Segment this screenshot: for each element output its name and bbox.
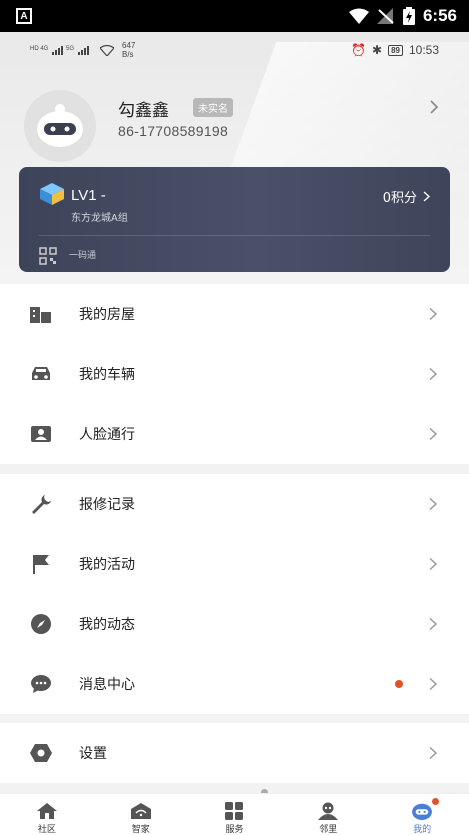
robot-avatar-icon: [37, 104, 83, 147]
compass-icon: [29, 612, 53, 636]
network-speed: 647 B/s: [122, 41, 135, 59]
verification-badge: 未实名: [193, 98, 233, 117]
inner-wifi-icon: [100, 44, 114, 56]
menu-group-settings: 设置: [0, 723, 469, 783]
flag-icon: [29, 552, 53, 576]
tab-label: 邻里: [319, 825, 338, 835]
user-name: 勾鑫鑫: [118, 101, 169, 121]
tab-label: 社区: [37, 825, 56, 835]
chevron-right-icon: [429, 427, 437, 441]
menu-item-repair-records[interactable]: 报修记录: [0, 474, 469, 534]
chevron-right-icon: [429, 746, 437, 760]
menu-item-message-center[interactable]: 消息中心: [0, 654, 469, 714]
chevron-right-icon: [429, 677, 437, 691]
tab-label: 我的: [413, 825, 432, 835]
menu-item-my-house[interactable]: 我的房屋: [0, 284, 469, 344]
avatar[interactable]: [24, 90, 96, 162]
menu-item-label: 报修记录: [79, 497, 135, 513]
menu-group-property: 我的房屋 我的车辆 人脸通行: [0, 284, 469, 464]
menu-item-label: 设置: [79, 746, 107, 762]
points-link[interactable]: 0积分: [383, 187, 430, 206]
tab-neighbors[interactable]: 邻里: [281, 794, 375, 835]
tab-smart-home[interactable]: 智家: [94, 794, 188, 835]
wrench-icon: [29, 492, 53, 516]
menu-item-my-posts[interactable]: 我的动态: [0, 594, 469, 654]
app-notification-icon: A: [16, 8, 32, 24]
chevron-right-icon: [429, 307, 437, 321]
points-value: 0积分: [382, 191, 417, 206]
system-status-bar: A 6:56: [0, 0, 469, 32]
qr-code-label[interactable]: 一码通: [69, 248, 96, 261]
chevron-right-icon: [423, 191, 430, 202]
network-speed-unit: B/s: [122, 50, 134, 59]
signal-off-icon: [376, 8, 394, 24]
level-cube-icon: [40, 183, 64, 205]
menu-item-label: 我的活动: [79, 557, 135, 573]
inner-status-bar: HD 4G 5G 647 B/s ⏰ ✱ 89 10:53: [0, 38, 469, 62]
chat-icon: [29, 672, 53, 696]
member-group: 东方龙城A组: [71, 213, 128, 224]
member-level: LV1 -: [71, 187, 106, 204]
qr-code-icon[interactable]: [39, 247, 57, 265]
tab-notification-dot: [432, 798, 440, 805]
bluetooth-icon: ✱: [372, 43, 383, 57]
network-speed-value: 647: [122, 41, 136, 50]
menu-item-label: 消息中心: [79, 677, 135, 693]
menu-group-activity: 报修记录 我的活动 我的动态 消息中心: [0, 474, 469, 714]
chevron-right-icon: [429, 367, 437, 381]
tab-label: 服务: [225, 825, 244, 835]
menu-item-label: 我的车辆: [79, 367, 135, 383]
alarm-icon: ⏰: [351, 43, 366, 57]
chevron-right-icon: [429, 617, 437, 631]
svg-text:HD 4G: HD 4G: [30, 46, 49, 52]
menu-item-my-vehicle[interactable]: 我的车辆: [0, 344, 469, 404]
menu-item-my-activities[interactable]: 我的活动: [0, 534, 469, 594]
car-icon: [29, 362, 53, 386]
face-id-icon: [29, 422, 53, 446]
user-phone: 86-17708589198: [118, 123, 229, 139]
card-divider: [39, 235, 430, 236]
tab-label: 智家: [131, 825, 150, 835]
wifi-icon: [348, 8, 369, 24]
grid-icon: [225, 802, 244, 820]
unread-dot: [395, 680, 403, 688]
tab-community[interactable]: 社区: [0, 794, 94, 835]
tab-services[interactable]: 服务: [188, 794, 282, 835]
smart-home-icon: [130, 803, 151, 819]
neighbors-icon: [318, 802, 339, 820]
profile-icon: [412, 803, 432, 820]
system-clock: 6:56: [422, 6, 457, 25]
svg-text:5G: 5G: [66, 46, 74, 52]
bottom-tab-bar: 社区 智家 服务 邻里 我的: [0, 793, 469, 835]
menu-item-label: 人脸通行: [79, 427, 135, 443]
inner-clock: 10:53: [408, 43, 439, 57]
menu-item-face-access[interactable]: 人脸通行: [0, 404, 469, 464]
cellular-signal-icon: HD 4G 5G: [30, 46, 89, 55]
settings-icon: [29, 741, 53, 765]
home-icon: [36, 803, 57, 819]
menu-item-settings[interactable]: 设置: [0, 723, 469, 783]
profile-header: HD 4G 5G 647 B/s ⏰ ✱ 89 10:53 勾鑫鑫 未实名 86…: [0, 32, 469, 284]
tab-profile[interactable]: 我的: [375, 794, 469, 835]
menu-item-label: 我的房屋: [79, 307, 135, 323]
menu-item-label: 我的动态: [79, 617, 135, 633]
membership-card[interactable]: LV1 - 东方龙城A组 0积分 一码通: [19, 167, 450, 272]
inner-battery: 89: [388, 44, 403, 56]
building-icon: [29, 302, 53, 326]
chevron-right-icon[interactable]: [429, 100, 439, 114]
battery-charging-icon: [402, 7, 415, 25]
chevron-right-icon: [429, 497, 437, 511]
chevron-right-icon: [429, 557, 437, 571]
